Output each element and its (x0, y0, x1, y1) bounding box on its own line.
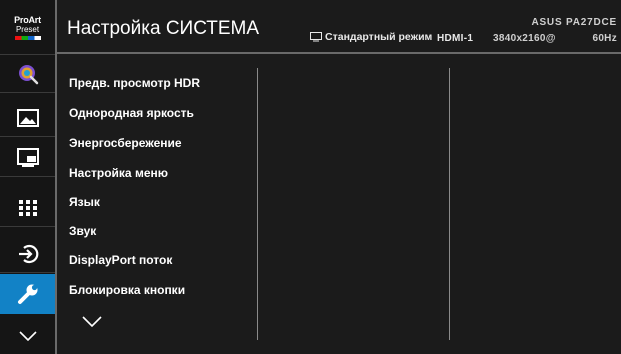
chevron-down-icon[interactable] (82, 316, 102, 327)
resolution: 3840x2160@ (493, 33, 556, 44)
chevron-down-icon (18, 331, 37, 341)
divider (0, 272, 55, 273)
model-name: ASUS PA27DCE (531, 17, 617, 28)
divider (0, 54, 55, 55)
input-source: HDMI-1 (437, 33, 474, 44)
pip-icon (16, 148, 39, 167)
page-title: Настройка СИСТЕМА (67, 18, 260, 39)
sidebar-item-input[interactable] (0, 236, 55, 272)
wrench-icon (17, 284, 37, 304)
mode-indicator: Стандартный режим (310, 31, 432, 43)
sidebar: ProArt Preset (0, 0, 57, 354)
menu-item-language[interactable]: Язык (69, 195, 100, 209)
sidebar-scroll-down[interactable] (0, 318, 55, 354)
monitor-icon (310, 32, 322, 42)
apps-grid-icon (18, 200, 37, 216)
divider (0, 176, 55, 177)
mode-label: Стандартный режим (325, 31, 433, 43)
menu-item-sound[interactable]: Звук (69, 224, 96, 238)
proart-preset-subtitle: Preset (15, 24, 40, 34)
sidebar-item-apps[interactable] (0, 190, 55, 226)
column-divider (257, 68, 258, 340)
menu-item-hdr-preview[interactable]: Предв. просмотр HDR (69, 76, 200, 90)
column-divider (449, 68, 450, 340)
divider (0, 226, 55, 227)
proart-preset-title: ProArt (14, 14, 41, 25)
refresh-rate: 60Hz (592, 33, 617, 44)
menu-item-uniformity[interactable]: Однородная яркость (69, 106, 194, 120)
sidebar-item-system[interactable] (0, 274, 55, 314)
header: Настройка СИСТЕМА Стандартный режим HDMI… (57, 0, 621, 54)
divider (0, 136, 55, 137)
menu-list: Предв. просмотр HDR Однородная яркость Э… (57, 56, 257, 354)
sidebar-item-color[interactable] (0, 56, 55, 92)
image-icon (16, 109, 39, 127)
input-select-icon (18, 244, 38, 264)
osd-window: ProArt Preset Настройка СИСТЕМА Стандарт… (0, 0, 621, 354)
menu-item-displayport-stream[interactable]: DisplayPort поток (69, 253, 172, 267)
sidebar-item-pip[interactable] (0, 140, 55, 176)
color-palette-icon (18, 65, 38, 85)
divider (0, 92, 55, 93)
menu-item-eco-mode[interactable]: Энергосбережение (69, 136, 182, 150)
preset-color-bar (14, 35, 41, 40)
sidebar-item-image[interactable] (0, 100, 55, 136)
menu-item-key-lock[interactable]: Блокировка кнопки (69, 283, 185, 297)
proart-preset-button[interactable]: ProArt Preset (0, 0, 55, 54)
menu-item-osd-setup[interactable]: Настройка меню (69, 166, 168, 180)
